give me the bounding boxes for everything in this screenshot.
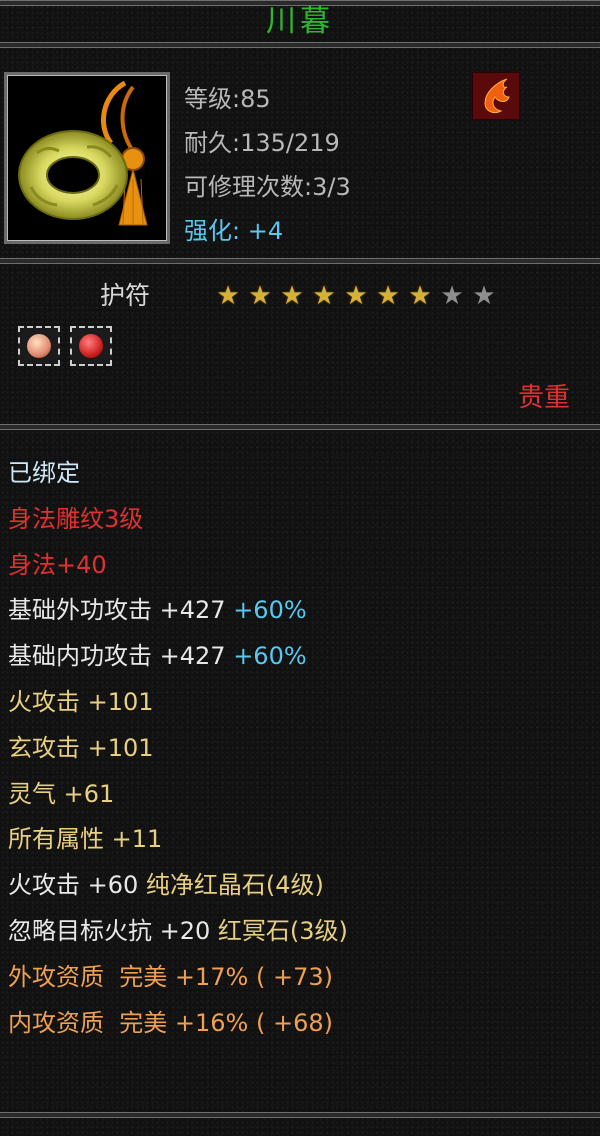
attribute-row: 外攻资质 完美 +17% ( +73) xyxy=(8,957,348,1003)
repair-count-text: 可修理次数:3/3 xyxy=(184,173,351,201)
star-filled-icon: ★ xyxy=(248,281,272,311)
attribute-text: +60% xyxy=(233,642,307,671)
star-rating: ★ ★ ★ ★ ★ ★ ★ ★ ★ xyxy=(212,282,500,310)
rarity-label: 贵重 xyxy=(517,383,570,413)
durability-text: 耐久:135/219 xyxy=(184,129,340,157)
attribute-text: 火攻击 +101 xyxy=(8,687,154,716)
attribute-text: 红冥石(3级) xyxy=(217,916,348,945)
attribute-row: 基础外功攻击 +427 +60% xyxy=(8,590,348,636)
gem-icon xyxy=(27,334,51,358)
attribute-row: 忽略目标火抗 +20 红冥石(3级) xyxy=(8,911,348,957)
star-filled-icon: ★ xyxy=(344,281,368,311)
attribute-text: 基础内功攻击 +427 xyxy=(8,642,234,671)
attribute-row: 已绑定 xyxy=(8,453,348,499)
star-filled-icon: ★ xyxy=(408,281,432,311)
star-empty-icon: ★ xyxy=(440,281,464,311)
attribute-text: 内攻资质 完美 +16% ( +68) xyxy=(8,1008,333,1037)
attribute-row: 内攻资质 完美 +16% ( +68) xyxy=(8,1003,348,1049)
attribute-text: 身法雕纹3级 xyxy=(8,504,144,533)
item-stats: 等级:85 耐久:135/219 可修理次数:3/3 强化: +4 xyxy=(184,77,351,253)
attribute-row: 身法雕纹3级 xyxy=(8,499,348,545)
star-filled-icon: ★ xyxy=(312,281,336,311)
attribute-list: 已绑定 身法雕纹3级 身法+40 基础外功攻击 +427 +60% 基础内功攻击 +42… xyxy=(8,453,348,1048)
attribute-row: 所有属性 +11 xyxy=(8,819,348,865)
item-icon-frame xyxy=(4,72,170,244)
attribute-row: 灵气 +61 xyxy=(8,774,348,820)
star-filled-icon: ★ xyxy=(280,281,304,311)
item-type: 护符 xyxy=(100,281,151,310)
attribute-row: 火攻击 +60 纯净红晶石(4级) xyxy=(8,865,348,911)
bottom-divider xyxy=(0,1112,600,1118)
gem-slot-1[interactable] xyxy=(18,326,60,366)
attribute-text: 纯净红晶石(4级) xyxy=(145,871,324,900)
item-name: 川暮 xyxy=(266,4,334,39)
attribute-text: 所有属性 +11 xyxy=(8,825,163,854)
enhance-label: 强化: xyxy=(184,217,241,245)
attribute-text: 忽略目标火抗 +20 xyxy=(8,916,218,945)
jade-ring-amulet-icon xyxy=(18,80,148,226)
attribute-text: 灵气 +61 xyxy=(8,779,115,808)
fire-element-icon xyxy=(472,72,520,120)
attribute-row: 基础内功攻击 +427 +60% xyxy=(8,636,348,682)
attribute-text: 身法+40 xyxy=(8,550,107,579)
attribute-text: 火攻击 +60 xyxy=(8,871,146,900)
level-text: 等级:85 xyxy=(184,85,271,113)
enhance-row: 强化: +4 xyxy=(184,209,351,253)
star-filled-icon: ★ xyxy=(376,281,400,311)
gem-icon xyxy=(79,334,103,358)
attribute-text: 基础外功攻击 +427 xyxy=(8,596,234,625)
header-divider xyxy=(0,42,600,48)
attribute-text: 玄攻击 +101 xyxy=(8,733,154,762)
gem-slot-2[interactable] xyxy=(70,326,112,366)
attribute-row: 身法+40 xyxy=(8,545,348,591)
attribute-text: +60% xyxy=(233,596,307,625)
attribute-text: 已绑定 xyxy=(8,459,80,487)
upper-divider xyxy=(0,258,600,264)
attribute-row: 玄攻击 +101 xyxy=(8,728,348,774)
star-empty-icon: ★ xyxy=(472,281,496,311)
enhance-value: +4 xyxy=(247,217,284,245)
attribute-row: 火攻击 +101 xyxy=(8,682,348,728)
star-filled-icon: ★ xyxy=(216,281,240,311)
attribute-text: 外攻资质 完美 +17% ( +73) xyxy=(8,962,333,991)
attributes-divider xyxy=(0,424,600,430)
